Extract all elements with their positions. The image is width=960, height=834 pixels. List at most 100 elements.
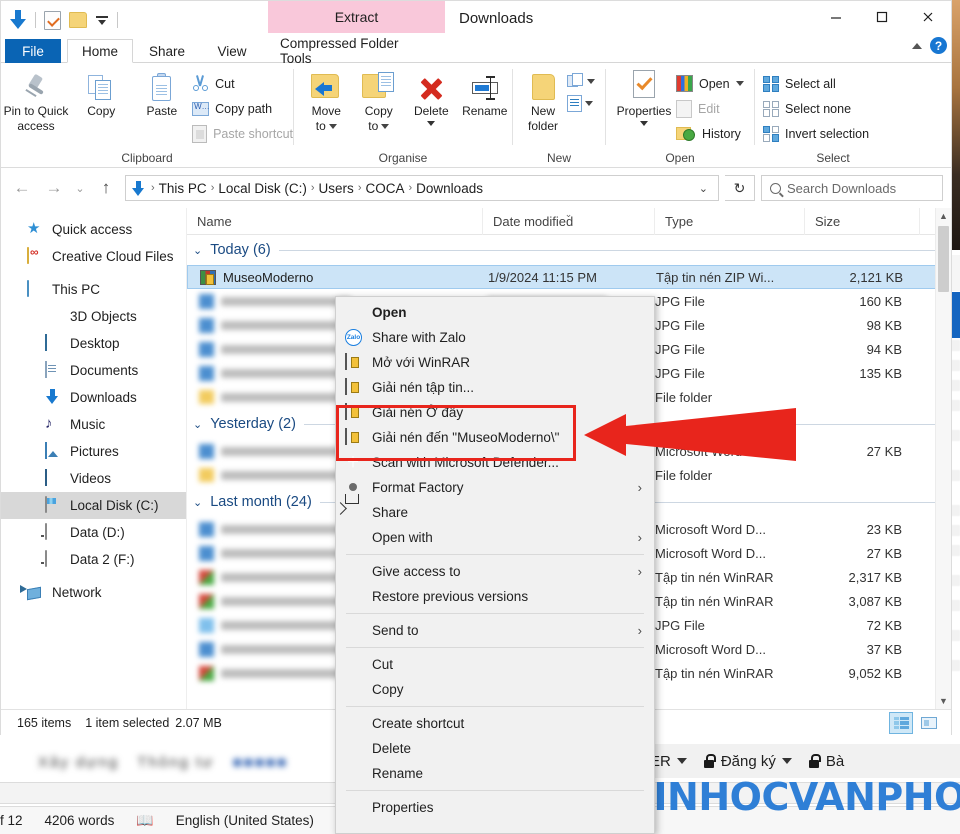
history-button[interactable]: History	[676, 121, 744, 146]
rename-button[interactable]: Rename	[458, 69, 512, 118]
sidebar-item-desktop[interactable]: Desktop	[1, 330, 186, 357]
column-header-type[interactable]: Type	[655, 208, 805, 235]
move-to-button[interactable]: Move to	[300, 69, 353, 133]
open-button[interactable]: Open	[676, 71, 744, 96]
tab-file[interactable]: File	[5, 39, 61, 63]
scroll-up-arrow[interactable]: ▲	[936, 208, 951, 224]
breadcrumb-item-local-disk[interactable]: Local Disk (C:)	[218, 181, 307, 196]
help-icon[interactable]: ?	[930, 37, 947, 54]
up-button[interactable]: ↑	[93, 175, 119, 201]
chevron-down-icon[interactable]	[427, 121, 436, 126]
scroll-down-arrow[interactable]: ▼	[936, 693, 951, 709]
sidebar-item-network[interactable]: Network	[1, 579, 186, 606]
bg-toolbar-item-2[interactable]: Bà	[808, 753, 844, 770]
menu-item-rename[interactable]: Rename	[336, 761, 654, 786]
paste-button[interactable]: Paste	[132, 69, 193, 118]
table-row[interactable]: MuseoModerno 1/9/2024 11:15 PM Tập tin n…	[187, 265, 951, 289]
breadcrumb-item-downloads[interactable]: Downloads	[416, 181, 483, 196]
sidebar-item-3d-objects[interactable]: 3D Objects	[1, 303, 186, 330]
chevron-down-icon[interactable]: ⌄	[193, 418, 202, 431]
copy-path-button[interactable]: Copy path	[192, 96, 293, 121]
sidebar-item-music[interactable]: ♪ Music	[1, 411, 186, 438]
easy-access-button[interactable]	[567, 95, 595, 112]
paste-shortcut-button[interactable]: Paste shortcut	[192, 121, 293, 146]
tab-view[interactable]: View	[201, 39, 263, 63]
sidebar-item-documents[interactable]: Documents	[1, 357, 186, 384]
breadcrumb-dropdown-icon[interactable]: ⌄	[693, 182, 714, 195]
sidebar-item-data-d[interactable]: Data (D:)	[1, 519, 186, 546]
bg-toolbar-item-1[interactable]: Đăng ký	[703, 753, 792, 770]
copy-to-button[interactable]: Copy to	[353, 69, 406, 133]
sidebar-item-quick-access[interactable]: ★ Quick access	[1, 216, 186, 243]
tiles-view-button[interactable]	[917, 712, 941, 734]
menu-item-format-factory[interactable]: Format Factory ›	[336, 475, 654, 500]
new-item-button[interactable]	[567, 73, 595, 89]
scrollbar-thumb[interactable]	[938, 226, 949, 292]
sidebar-item-creative-cloud-files[interactable]: Creative Cloud Files	[1, 243, 186, 270]
menu-item-send-to[interactable]: Send to ›	[336, 618, 654, 643]
menu-item-open-with-winrar[interactable]: Mở với WinRAR	[336, 350, 654, 375]
chevron-down-icon[interactable]	[328, 124, 337, 129]
chevron-down-icon[interactable]: ⌄	[193, 496, 202, 509]
menu-item-delete[interactable]: Delete	[336, 736, 654, 761]
sidebar-item-pictures[interactable]: Pictures	[1, 438, 186, 465]
vertical-scrollbar[interactable]: ▲ ▼	[935, 208, 951, 709]
properties-icon[interactable]	[44, 10, 61, 30]
breadcrumb-item-coca[interactable]: COCA	[365, 181, 404, 196]
column-header-date-modified[interactable]: ⌄ Date modified	[483, 208, 655, 235]
refresh-button[interactable]: ↻	[725, 175, 755, 201]
tab-home[interactable]: Home	[67, 39, 133, 63]
invert-selection-button[interactable]: Invert selection	[763, 121, 869, 146]
customize-dropdown-icon[interactable]	[95, 13, 109, 27]
menu-item-open[interactable]: Open	[336, 300, 654, 325]
forward-button[interactable]: →	[41, 175, 67, 201]
search-input[interactable]: Search Downloads	[761, 175, 943, 201]
delete-button[interactable]: Delete	[405, 69, 458, 126]
column-header-name[interactable]: Name	[187, 208, 483, 235]
breadcrumb[interactable]: › This PC › Local Disk (C:) › Users › CO…	[125, 175, 719, 201]
edit-button[interactable]: Edit	[676, 96, 744, 121]
sidebar-item-downloads[interactable]: Downloads	[1, 384, 186, 411]
sidebar-item-data-2-f[interactable]: Data 2 (F:)	[1, 546, 186, 573]
menu-item-share-with-zalo[interactable]: Zalo Share with Zalo	[336, 325, 654, 350]
maximize-button[interactable]	[859, 1, 905, 33]
tab-compressed-folder-tools[interactable]: Compressed Folder Tools	[268, 36, 445, 66]
sidebar-item-videos[interactable]: Videos	[1, 465, 186, 492]
breadcrumb-item-users[interactable]: Users	[319, 181, 354, 196]
tab-share[interactable]: Share	[137, 39, 197, 63]
properties-button[interactable]: Properties	[612, 69, 676, 126]
menu-item-extract-files[interactable]: Giải nén tập tin...	[336, 375, 654, 400]
menu-item-share[interactable]: Share	[336, 500, 654, 525]
close-button[interactable]	[905, 1, 951, 33]
group-header-today[interactable]: ⌄ Today (6)	[187, 235, 951, 265]
menu-item-copy[interactable]: Copy	[336, 677, 654, 702]
breadcrumb-item-this-pc[interactable]: This PC	[159, 181, 207, 196]
back-button[interactable]: ←	[9, 175, 35, 201]
chevron-down-icon[interactable]: ⌄	[193, 244, 202, 257]
recent-locations-button[interactable]: ⌄	[73, 175, 87, 201]
sidebar-item-local-disk-c[interactable]: Local Disk (C:)	[1, 492, 186, 519]
new-folder-icon[interactable]	[69, 12, 87, 28]
select-all-button[interactable]: Select all	[763, 71, 869, 96]
chevron-down-icon[interactable]	[381, 124, 390, 129]
menu-item-restore-previous-versions[interactable]: Restore previous versions	[336, 584, 654, 609]
menu-item-properties[interactable]: Properties	[336, 795, 654, 820]
cut-button[interactable]: Cut	[192, 71, 293, 96]
minimize-button[interactable]	[813, 1, 859, 33]
details-view-button[interactable]	[889, 712, 913, 734]
chevron-down-icon[interactable]	[587, 78, 595, 84]
chevron-down-icon[interactable]	[640, 121, 648, 126]
new-folder-button[interactable]: New folder	[519, 69, 567, 133]
pin-to-quick-access-button[interactable]: Pin to Quick access	[1, 69, 71, 133]
menu-item-create-shortcut[interactable]: Create shortcut	[336, 711, 654, 736]
copy-button[interactable]: Copy	[71, 69, 132, 118]
column-header-size[interactable]: Size	[805, 208, 920, 235]
chevron-down-icon[interactable]	[735, 81, 744, 86]
download-icon[interactable]	[9, 10, 27, 30]
select-none-button[interactable]: Select none	[763, 96, 869, 121]
collapse-ribbon-icon[interactable]	[912, 42, 922, 49]
sidebar-item-this-pc[interactable]: This PC	[1, 276, 186, 303]
menu-item-give-access-to[interactable]: Give access to ›	[336, 559, 654, 584]
chevron-down-icon[interactable]	[585, 101, 593, 106]
menu-item-open-with[interactable]: Open with ›	[336, 525, 654, 550]
